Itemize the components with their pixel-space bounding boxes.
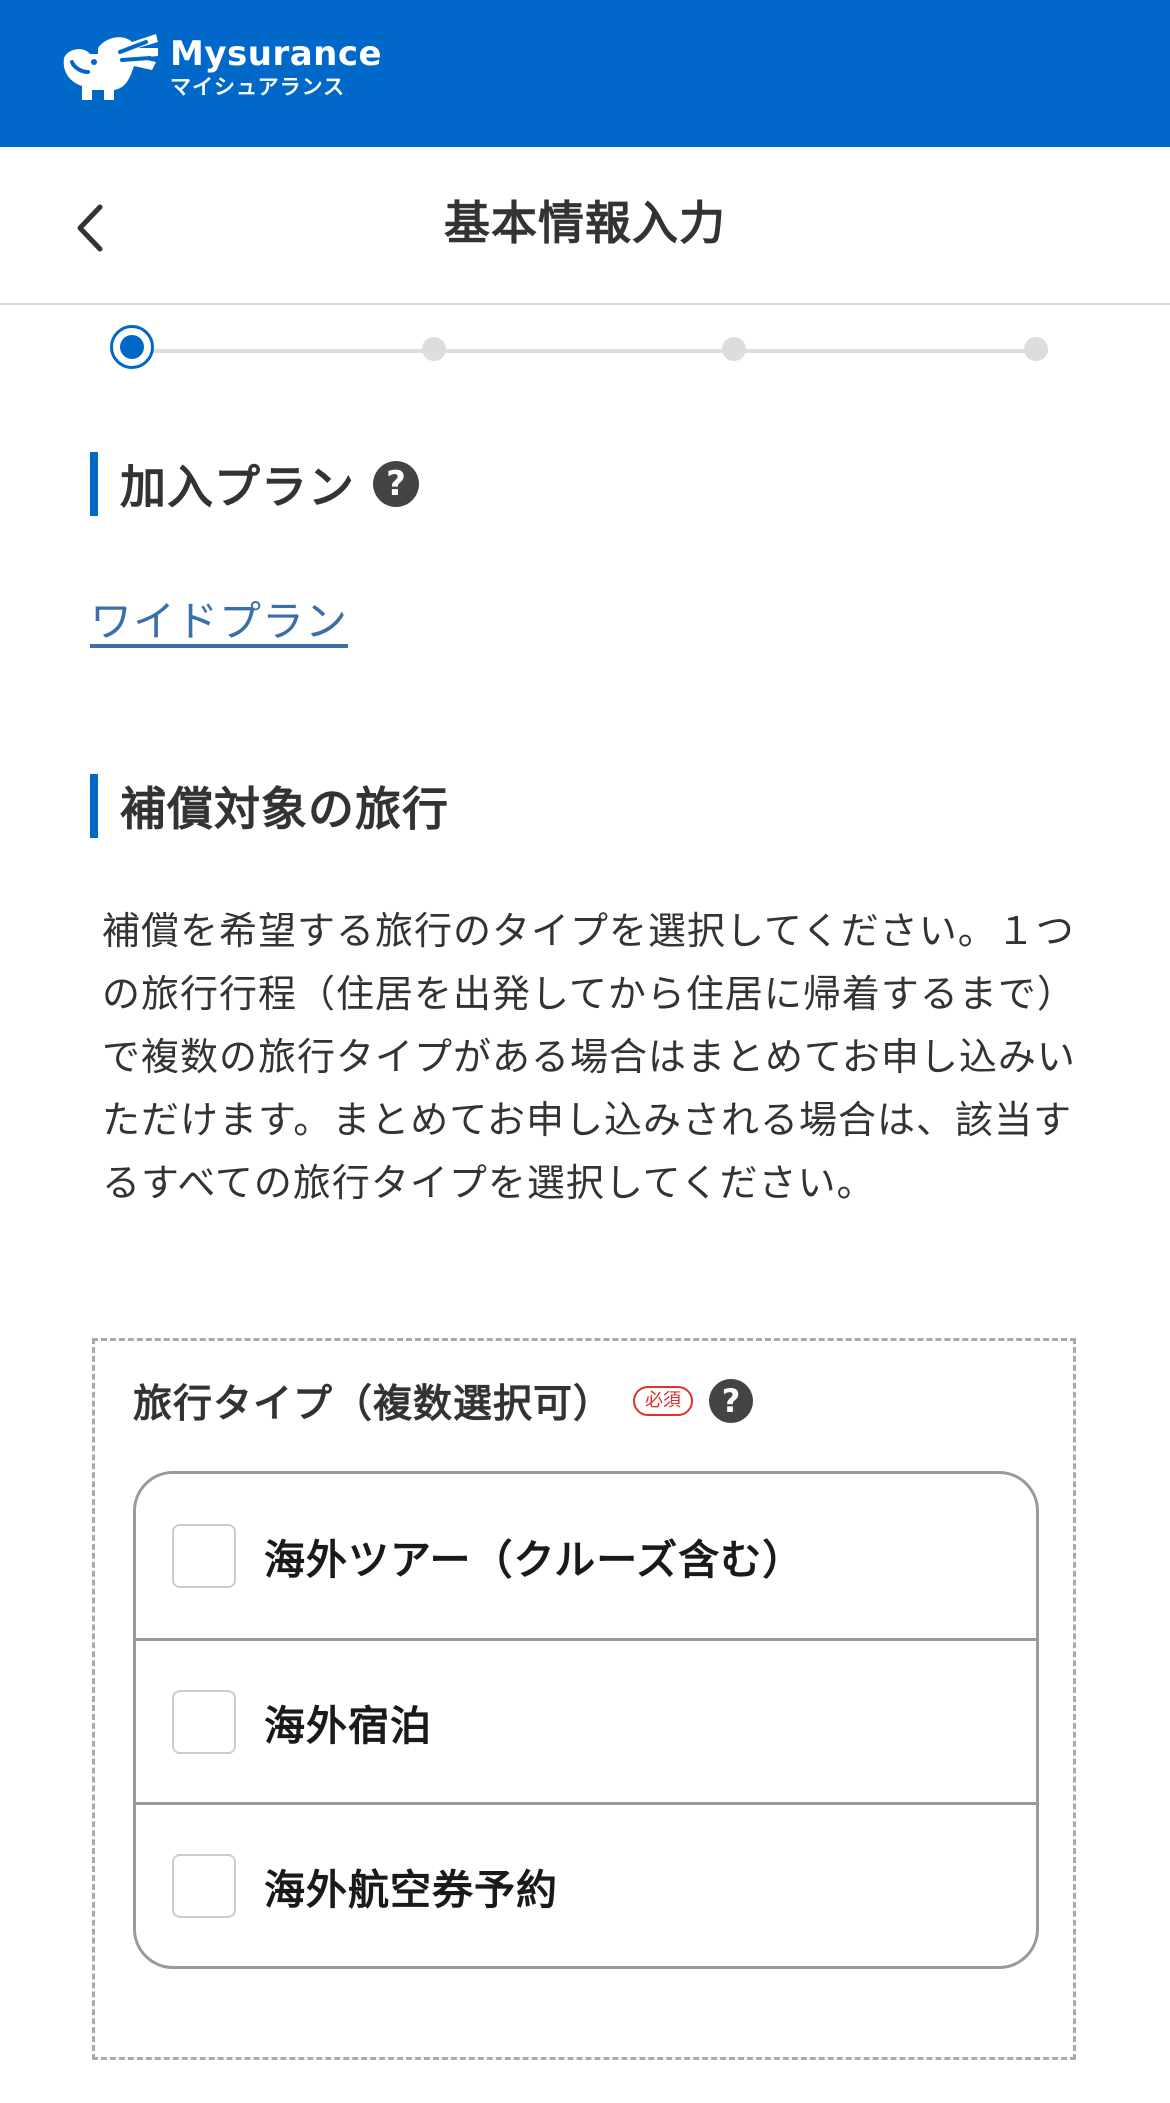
mysurance-logo[interactable]: Mysurance マイシュアランス	[58, 28, 382, 106]
travel-section-heading: 補償対象の旅行	[90, 774, 449, 838]
option-label: 海外ツアー（クルーズ含む）	[264, 1536, 805, 1584]
checkbox[interactable]	[172, 1689, 236, 1754]
plan-section-heading: 加入プラン ?	[90, 452, 419, 516]
option-overseas-stay[interactable]: 海外宿泊	[136, 1638, 1036, 1802]
plan-link[interactable]: ワイドプラン	[90, 588, 348, 649]
logo-name-ja: マイシュアランス	[170, 74, 346, 99]
step-3	[722, 337, 746, 361]
help-icon[interactable]: ?	[373, 461, 419, 507]
option-label: 海外航空券予約	[264, 1865, 558, 1914]
required-badge: 必須	[633, 1386, 694, 1416]
checkbox[interactable]	[172, 1524, 236, 1588]
logo-name-en: Mysurance	[170, 33, 383, 74]
elephant-logo-icon	[63, 34, 158, 100]
step-4	[1024, 337, 1048, 361]
option-label: 海外宿泊	[264, 1701, 432, 1750]
travel-type-label-row: 旅行タイプ（複数選択可） 必須 ?	[133, 1373, 754, 1429]
page-title: 基本情報入力	[444, 196, 726, 250]
option-overseas-tour[interactable]: 海外ツアー（クルーズ含む）	[136, 1474, 1036, 1638]
travel-type-options: 海外ツアー（クルーズ含む） 海外宿泊 海外航空券予約	[133, 1471, 1039, 1969]
travel-description: 補償を希望する旅行のタイプを選択してください。１つの旅行行程（住居を出発してから…	[102, 909, 1076, 1205]
travel-heading-text: 補償対象の旅行	[120, 782, 449, 836]
travel-type-field: 旅行タイプ（複数選択可） 必須 ? 海外ツアー（クルーズ含む） 海外宿泊 海外航…	[92, 1338, 1076, 2060]
app-header-bar: Mysurance マイシュアランス	[0, 0, 1170, 147]
progress-stepper	[110, 325, 1058, 377]
plan-heading-text: 加入プラン	[120, 460, 355, 514]
logo-text: Mysurance マイシュアランス	[170, 37, 382, 98]
step-2	[422, 337, 446, 361]
option-overseas-flight[interactable]: 海外航空券予約	[136, 1802, 1036, 1966]
checkbox[interactable]	[172, 1853, 236, 1918]
step-1-current	[110, 325, 154, 369]
page-header: 基本情報入力	[0, 147, 1170, 305]
travel-type-label: 旅行タイプ（複数選択可）	[133, 1382, 614, 1427]
stepper-line	[132, 349, 1048, 353]
help-icon[interactable]: ?	[709, 1379, 754, 1423]
